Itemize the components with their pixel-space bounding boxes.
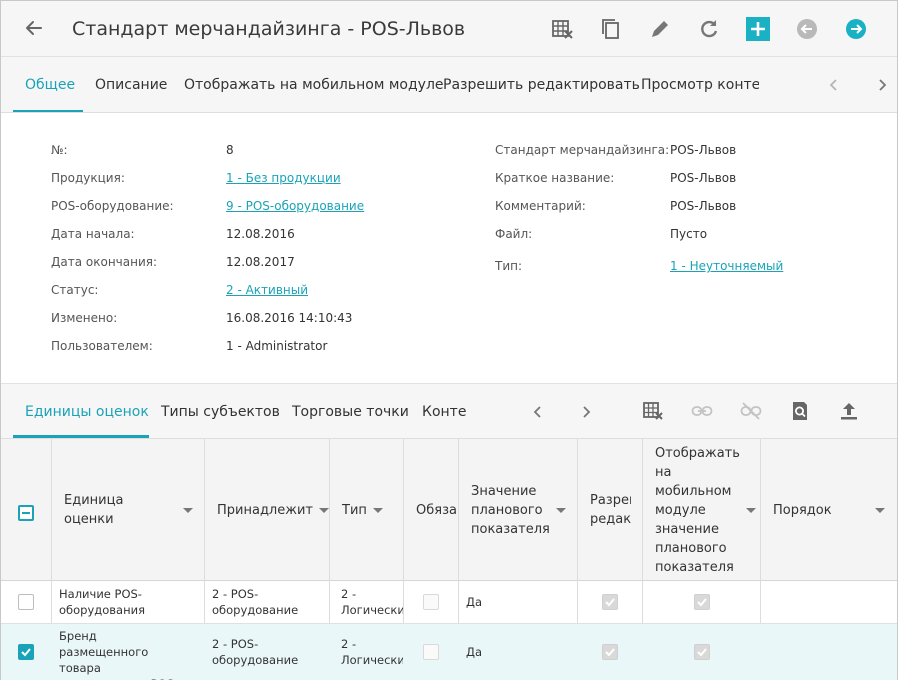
cell-mobile-display-checkbox [694, 594, 710, 610]
field-label-pos: POS-оборудование: [51, 199, 174, 213]
field-value-user: 1 - Administrator [226, 339, 328, 353]
cell-type: 2 - Логический [341, 637, 403, 667]
field-label-comment: Комментарий: [495, 199, 586, 213]
field-value-file: Пусто [670, 227, 708, 241]
field-label-number: №: [51, 143, 68, 157]
sort-caret-icon [556, 507, 566, 513]
field-label-modified: Изменено: [51, 311, 118, 325]
field-label-end-date: Дата окончания: [51, 255, 158, 269]
header-type[interactable]: Тип [330, 439, 404, 581]
field-label-standard: Стандарт мерчандайзинга: [495, 143, 670, 157]
subtab-content[interactable]: Конте [422, 404, 466, 420]
next-record-icon[interactable] [843, 16, 869, 42]
subtabs-scroll-left-icon[interactable] [530, 404, 546, 420]
subtabs-scroll-right-icon[interactable] [578, 404, 594, 420]
link-icon[interactable] [690, 399, 714, 423]
tab-description[interactable]: Описание [95, 77, 167, 93]
field-link-status[interactable]: 2 - Активный [226, 283, 308, 297]
tab-content-view[interactable]: Просмотр контен [641, 77, 759, 93]
field-value-modified: 16.08.2016 14:10:43 [226, 311, 353, 325]
header-allow-edit[interactable]: Разреш редакти [578, 439, 643, 581]
cell-belongs: 2 - POS-оборудование [212, 587, 299, 617]
cell-mobile-display-checkbox [694, 644, 710, 660]
field-value-short-name: POS-Львов [670, 171, 737, 185]
detail-tabs: Единицы оценок Типы субъектов Торговые т… [1, 383, 897, 439]
field-link-pos[interactable]: 9 - POS-оборудование [226, 199, 364, 213]
document-search-icon[interactable] [788, 399, 812, 423]
field-label-file: Файл: [495, 227, 533, 241]
header-order[interactable]: Порядок [761, 439, 897, 581]
field-label-status: Статус: [51, 283, 99, 297]
main-tabs: Общее Описание Отображать на мобильном м… [1, 57, 897, 113]
field-value-end-date: 12.08.2017 [226, 255, 295, 269]
window-header: Стандарт мерчандайзинга - POS-Львов [1, 1, 897, 57]
tab-general[interactable]: Общее [25, 77, 75, 93]
pencil-icon[interactable] [647, 16, 673, 42]
upload-icon[interactable] [837, 399, 861, 423]
select-all-checkbox[interactable] [18, 505, 34, 521]
field-label-product: Продукция: [51, 171, 125, 185]
tab-mobile-display[interactable]: Отображать на мобильном модуле [184, 77, 444, 93]
tabs-scroll-left-icon[interactable] [826, 77, 842, 93]
refresh-icon[interactable] [696, 16, 722, 42]
cell-unit-name: Наличие POS-оборудования [59, 587, 145, 617]
sort-caret-icon [318, 507, 329, 513]
cell-required-checkbox [423, 644, 439, 660]
field-link-product[interactable]: 1 - Без продукции [226, 171, 341, 185]
table-row[interactable]: Наличие POS-оборудования 2 - POS-оборудо… [1, 581, 897, 624]
row-select-checkbox[interactable] [18, 644, 34, 660]
cell-plan-value: Да [466, 595, 483, 609]
field-label-type: Тип: [495, 259, 523, 273]
header-mobile-display[interactable]: Отображать на мобильном модуле значение … [643, 439, 761, 581]
tabs-scroll-right-icon[interactable] [874, 77, 890, 93]
cell-required-checkbox [423, 594, 439, 610]
page-title: Стандарт мерчандайзинга - POS-Львов [72, 18, 466, 40]
row-select-checkbox[interactable] [18, 594, 34, 610]
table-clear-icon[interactable] [641, 399, 665, 423]
field-label-start-date: Дата начала: [51, 227, 135, 241]
sort-caret-icon [745, 507, 756, 513]
cell-belongs: 2 - POS-оборудование [212, 637, 299, 667]
copy-icon[interactable] [598, 16, 624, 42]
field-link-type[interactable]: 1 - Неуточняемый [670, 259, 783, 273]
header-required[interactable]: Обяза [404, 439, 459, 581]
table-row-selected[interactable]: Бренд размещенного товара соответствует … [1, 624, 897, 680]
sort-caret-icon [183, 507, 193, 513]
field-label-short-name: Краткое название: [495, 171, 615, 185]
tab-allow-edit[interactable]: Разрешить редактировать [443, 77, 640, 93]
cell-allow-edit-checkbox [602, 644, 618, 660]
table-clear-icon[interactable] [549, 16, 575, 42]
header-plan-value[interactable]: Значение планового показателя [459, 439, 578, 581]
subtab-outlets[interactable]: Торговые точки [292, 404, 409, 420]
field-value-standard: POS-Львов [670, 143, 737, 157]
header-unit-name[interactable]: Единица оценки [52, 439, 205, 581]
subtab-units[interactable]: Единицы оценок [25, 404, 149, 420]
general-form: №: 8 Продукция: 1 - Без продукции POS-об… [1, 113, 897, 383]
field-value-number: 8 [226, 143, 234, 157]
units-grid: Единица оценки Принадлежит Тип Обяза Зна… [1, 439, 897, 680]
field-value-comment: POS-Львов [670, 199, 737, 213]
back-arrow-icon[interactable] [21, 15, 47, 41]
sort-caret-icon [372, 507, 383, 513]
subtab-active-indicator [13, 435, 149, 438]
prev-record-icon[interactable] [794, 16, 820, 42]
unlink-icon[interactable] [739, 399, 763, 423]
cell-allow-edit-checkbox [602, 594, 618, 610]
cell-plan-value: Да [466, 645, 483, 659]
subtab-subject-types[interactable]: Типы субъектов [161, 404, 280, 420]
sort-caret-icon [875, 507, 885, 513]
field-value-start-date: 12.08.2016 [226, 227, 295, 241]
header-belongs[interactable]: Принадлежит [205, 439, 330, 581]
cell-type: 2 - Логический [341, 587, 403, 617]
field-label-user: Пользователем: [51, 339, 153, 353]
plus-icon[interactable] [745, 16, 771, 42]
cell-unit-name: Бренд размещенного товара соответствует … [59, 629, 174, 680]
